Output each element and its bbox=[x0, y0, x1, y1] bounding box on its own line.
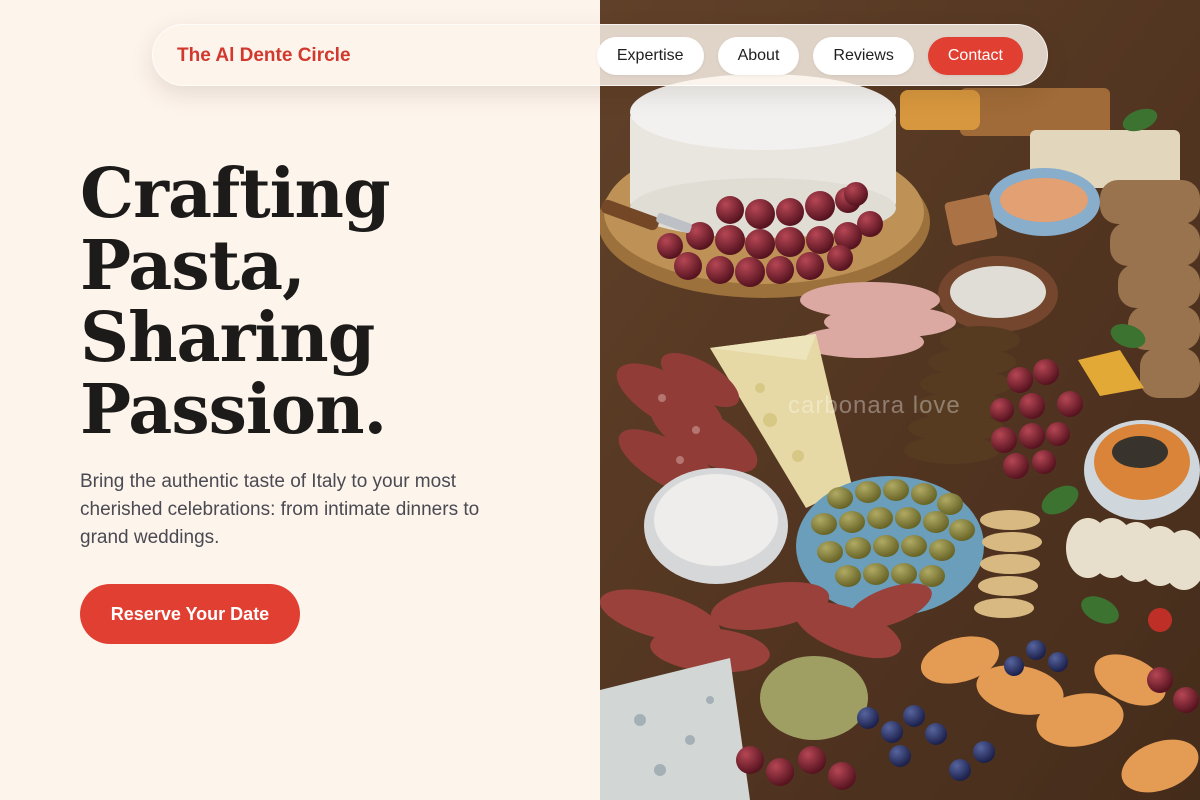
headline-line: Passion. bbox=[80, 370, 387, 450]
top-nav: The Al Dente Circle Expertise About Revi… bbox=[152, 24, 1048, 86]
headline-line: Crafting bbox=[80, 154, 391, 234]
image-watermark: carbonara love bbox=[788, 392, 961, 419]
hero-left-panel: Crafting Pasta, Sharing Passion. Bring t… bbox=[0, 0, 600, 800]
nav-link-about[interactable]: About bbox=[717, 37, 800, 75]
hero-image-charcuterie: carbonara love bbox=[600, 0, 1200, 800]
reserve-date-button[interactable]: Reserve Your Date bbox=[80, 584, 300, 644]
contact-button[interactable]: Contact bbox=[927, 37, 1023, 75]
brand-logo[interactable]: The Al Dente Circle bbox=[177, 25, 351, 87]
headline-line: Sharing bbox=[80, 298, 375, 378]
nav-link-reviews[interactable]: Reviews bbox=[813, 37, 914, 75]
hero-subtitle: Bring the authentic taste of Italy to yo… bbox=[80, 471, 480, 548]
nav-link-expertise[interactable]: Expertise bbox=[596, 37, 704, 75]
hero-headline: Crafting Pasta, Sharing Passion. bbox=[80, 158, 560, 446]
headline-line: Pasta, bbox=[80, 226, 306, 306]
nav-links: Expertise About Reviews Contact bbox=[596, 37, 1023, 75]
